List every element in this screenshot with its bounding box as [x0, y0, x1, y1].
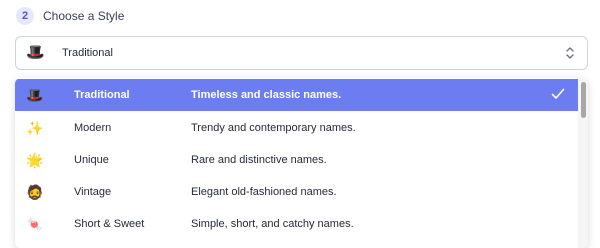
option-name: Traditional: [74, 89, 130, 101]
option-short-and-sweet[interactable]: 🍬 Short & Sweet Simple, short, and catch…: [15, 208, 578, 240]
select-chevrons-icon: [566, 47, 574, 59]
option-vintage[interactable]: 🧔 Vintage Elegant old-fashioned names.: [15, 176, 578, 208]
selected-style-value: Traditional: [62, 47, 113, 59]
option-description: Trendy and contemporary names.: [191, 122, 356, 134]
star-icon: 🌟: [26, 152, 44, 168]
candy-icon: 🍬: [26, 216, 44, 232]
option-description: Elegant old-fashioned names.: [191, 186, 337, 198]
dropdown-scrollbar[interactable]: [578, 78, 588, 248]
top-hat-icon: 🎩: [26, 44, 45, 61]
step-title: Choose a Style: [43, 9, 125, 23]
style-select[interactable]: 🎩 Traditional: [15, 36, 588, 70]
option-description: Timeless and classic names.: [191, 89, 342, 101]
option-modern[interactable]: ✨ Modern Trendy and contemporary names.: [15, 112, 578, 144]
option-name: Short & Sweet: [74, 218, 145, 230]
option-description: Rare and distinctive names.: [191, 154, 327, 166]
option-name: Unique: [74, 154, 109, 166]
bearded-person-icon: 🧔: [26, 184, 44, 200]
step-header: 2 Choose a Style: [16, 6, 124, 26]
option-unique[interactable]: 🌟 Unique Rare and distinctive names.: [15, 144, 578, 176]
option-description: Simple, short, and catchy names.: [191, 218, 354, 230]
option-name: Modern: [74, 122, 112, 134]
option-name: Vintage: [74, 186, 112, 198]
option-traditional[interactable]: 🎩 Traditional Timeless and classic names…: [15, 79, 578, 111]
style-options-list: 🎩 Traditional Timeless and classic names…: [15, 78, 588, 248]
checkmark-icon: [551, 88, 565, 99]
top-hat-icon: 🎩: [26, 87, 44, 103]
scrollbar-thumb[interactable]: [581, 82, 586, 118]
step-number-badge: 2: [16, 7, 34, 25]
sparkles-icon: ✨: [26, 120, 44, 136]
